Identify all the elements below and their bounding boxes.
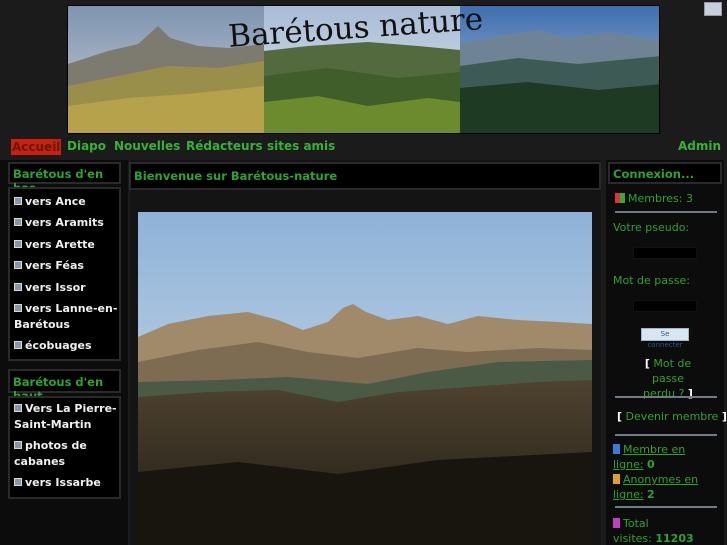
left-block1-list <box>8 187 121 361</box>
password-label: Mot de passe: <box>613 274 690 287</box>
bullet-icon <box>14 304 22 312</box>
pseudo-input[interactable] <box>633 247 697 259</box>
link-feas[interactable]: vers Féas <box>14 258 84 274</box>
main-header: Bienvenue sur Barétous-nature <box>129 162 601 190</box>
members-icon <box>615 193 625 203</box>
language-flag-icon[interactable] <box>704 2 722 16</box>
divider <box>615 211 717 213</box>
mountain-landscape-image <box>138 212 592 545</box>
bullet-icon <box>14 240 22 248</box>
pseudo-label: Votre pseudo: <box>613 221 690 234</box>
bullet-icon <box>14 478 22 486</box>
anonymous-online: Anonymes en ligne: 2 <box>613 473 699 501</box>
nav-admin[interactable]: Admin <box>678 139 721 153</box>
main-nav: Accueil Diapo Nouvelles Rédacteurs sites… <box>10 137 721 157</box>
link-photos-cabanes[interactable]: photos de cabanes <box>14 438 87 470</box>
visits-icon <box>613 518 620 528</box>
nav-friend-sites[interactable]: sites amis <box>267 139 335 153</box>
forgot-password[interactable]: [ Mot de passe perdu ? ] <box>628 356 708 401</box>
nav-editors[interactable]: Rédacteurs <box>186 139 263 153</box>
login-header: Connexion... <box>608 162 722 184</box>
nav-news[interactable]: Nouvelles <box>114 139 180 153</box>
link-arette[interactable]: vers Arette <box>14 237 95 253</box>
nav-home[interactable]: Accueil <box>11 139 62 155</box>
bullet-icon <box>14 261 22 269</box>
bullet-icon <box>14 218 22 226</box>
site-banner: Barétous nature <box>67 5 660 134</box>
divider <box>615 434 717 436</box>
anonymous-icon <box>613 474 620 484</box>
member-icon <box>613 444 620 454</box>
link-aramits[interactable]: vers Aramits <box>14 215 104 231</box>
password-input[interactable] <box>633 300 697 312</box>
online-members: Membre en ligne: 0 <box>613 443 686 471</box>
members-count: Membres: 3 <box>615 191 693 206</box>
bullet-icon <box>14 341 22 349</box>
link-issor[interactable]: vers Issor <box>14 280 86 296</box>
total-visits: Total visites: 11203 <box>613 517 694 545</box>
login-button[interactable]: Se connecter <box>641 328 689 349</box>
login-title: Connexion... <box>613 167 695 181</box>
main-photo <box>138 212 592 545</box>
link-issarbe[interactable]: vers Issarbe <box>14 475 101 491</box>
link-ecobuages[interactable]: écobuages <box>14 338 92 354</box>
bullet-icon <box>14 197 22 205</box>
divider <box>615 396 717 398</box>
left-block2-header: Barétous d'en haut <box>8 369 121 403</box>
bullet-icon <box>14 441 22 449</box>
link-lanne-en-baretous[interactable]: vers Lanne-en- Barétous <box>14 301 117 333</box>
main-title: Bienvenue sur Barétous-nature <box>134 169 338 183</box>
link-pierre-saint-martin[interactable]: Vers La Pierre- Saint-Martin <box>14 401 117 433</box>
link-ance[interactable]: vers Ance <box>14 194 86 210</box>
become-member[interactable]: [ Devenir membre ] <box>617 409 727 424</box>
left-block1-header: Barétous d'en bas <box>8 162 121 195</box>
bullet-icon <box>14 404 22 412</box>
nav-slideshow[interactable]: Diapo <box>67 139 106 153</box>
bullet-icon <box>14 283 22 291</box>
divider <box>615 506 717 508</box>
